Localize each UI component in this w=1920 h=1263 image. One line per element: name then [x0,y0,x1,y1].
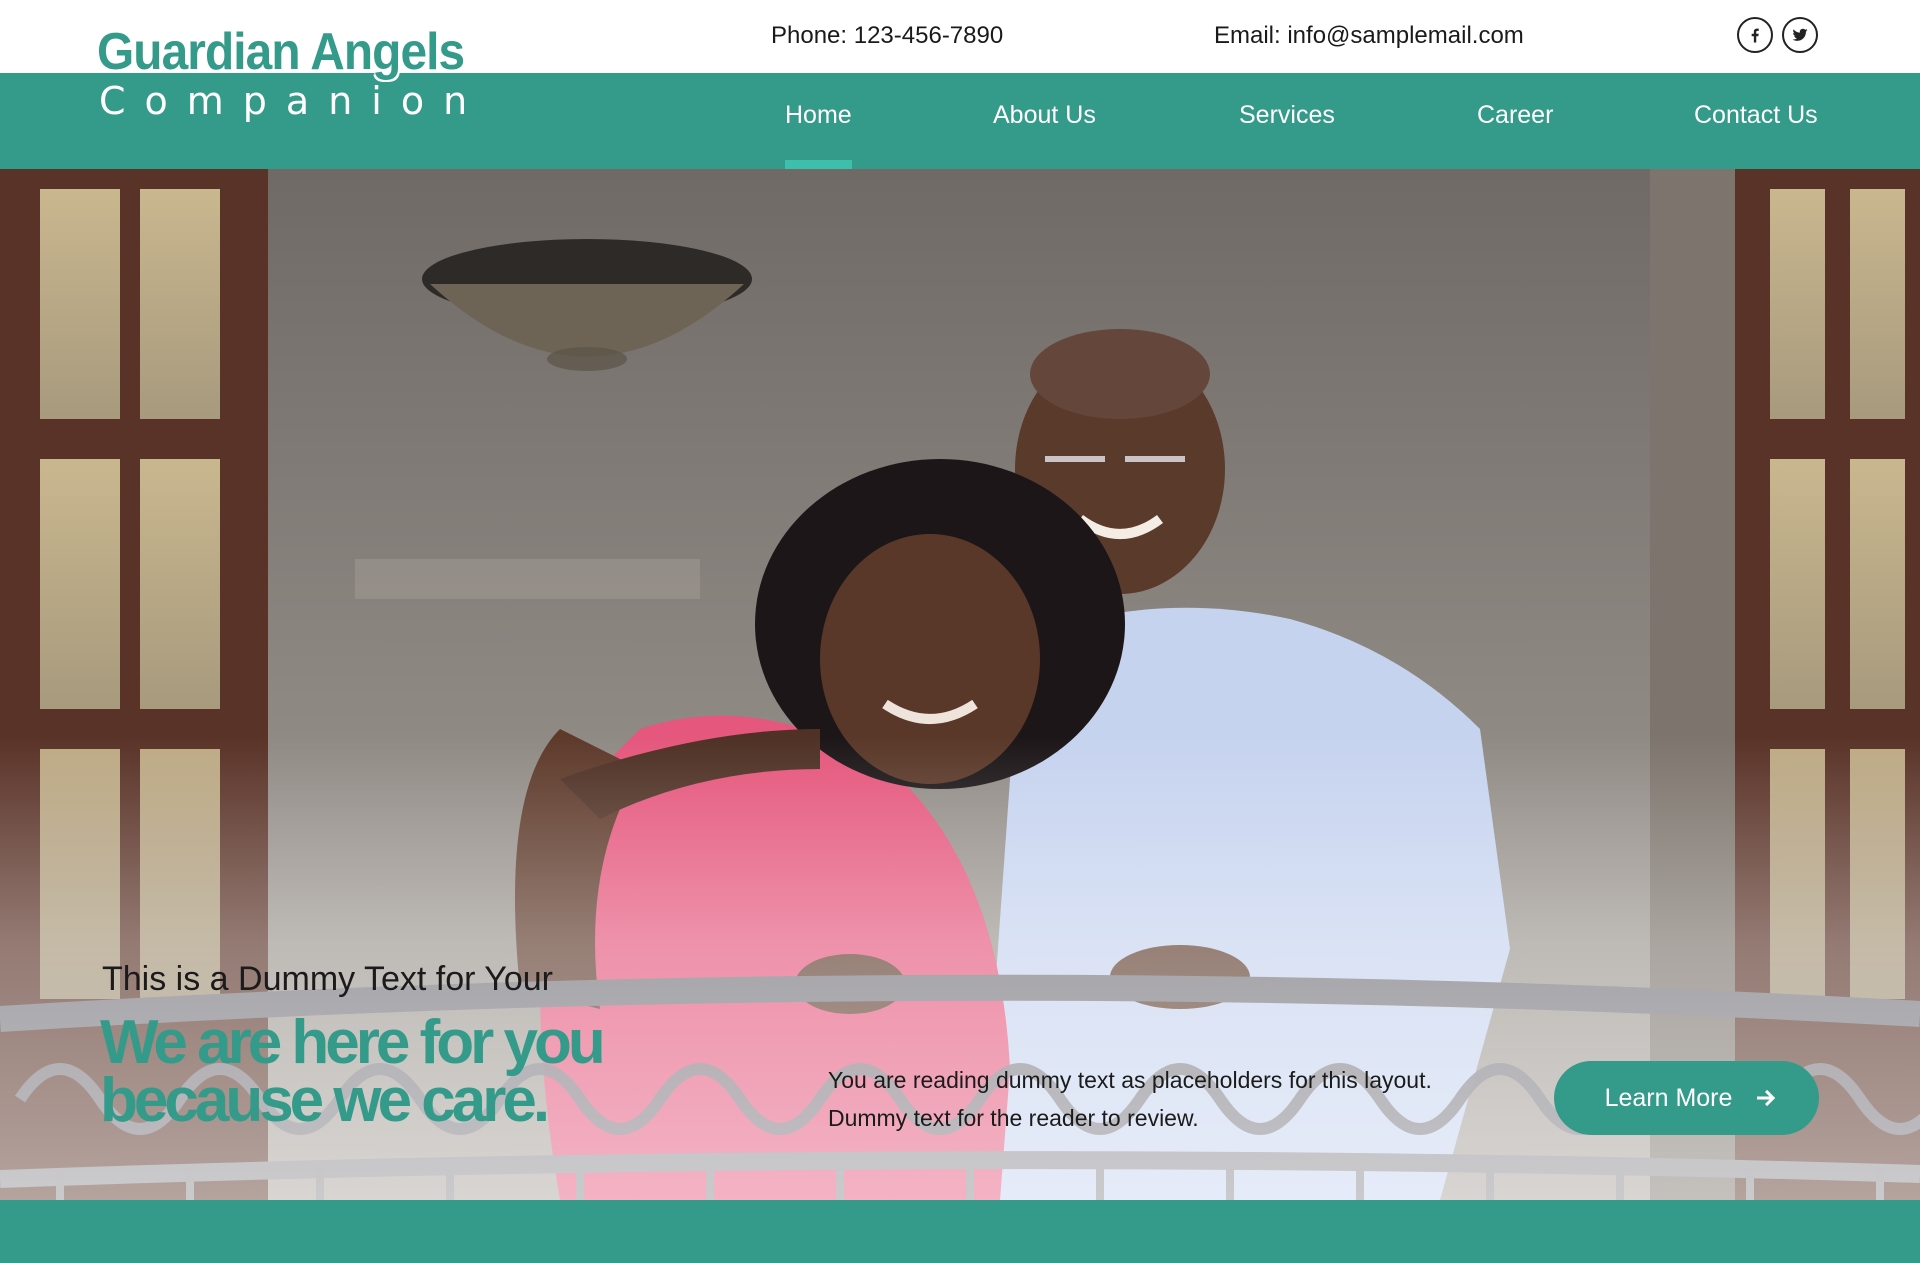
hero-banner: This is a Dummy Text for Your We are her… [0,169,1920,1200]
nav-item-services[interactable]: Services [1239,101,1335,130]
hero-description: You are reading dummy text as placeholde… [828,1061,1508,1137]
email-address[interactable]: Email: info@samplemail.com [1214,22,1524,50]
logo-subtitle: Companion [99,79,487,123]
hero-headline: We are here for you because we care. [100,1008,606,1135]
learn-more-label: Learn More [1604,1083,1733,1112]
nav-item-about-us[interactable]: About Us [993,101,1096,130]
nav-item-contact-us[interactable]: Contact Us [1694,101,1818,130]
hero-tagline: This is a Dummy Text for Your [102,960,553,998]
hero-headline-line-2: because we care. [100,1066,550,1135]
arrow-right-icon [1757,1089,1776,1107]
nav-item-career[interactable]: Career [1477,101,1553,130]
phone-number[interactable]: Phone: 123-456-7890 [771,22,1003,50]
hero-headline-line-1: We are here for you [100,1008,606,1077]
nav-item-home[interactable]: Home [785,101,852,130]
hero-description-line-1: You are reading dummy text as placeholde… [828,1067,1432,1093]
hero-description-line-2: Dummy text for the reader to review. [828,1105,1199,1131]
footer-strip [0,1200,1920,1263]
learn-more-button[interactable]: Learn More [1554,1061,1819,1135]
twitter-icon[interactable] [1782,17,1818,53]
logo-title: Guardian Angels [97,23,465,81]
active-nav-indicator [785,160,852,169]
site-logo[interactable]: Guardian Angels Companion [97,26,496,120]
facebook-icon[interactable] [1737,17,1773,53]
